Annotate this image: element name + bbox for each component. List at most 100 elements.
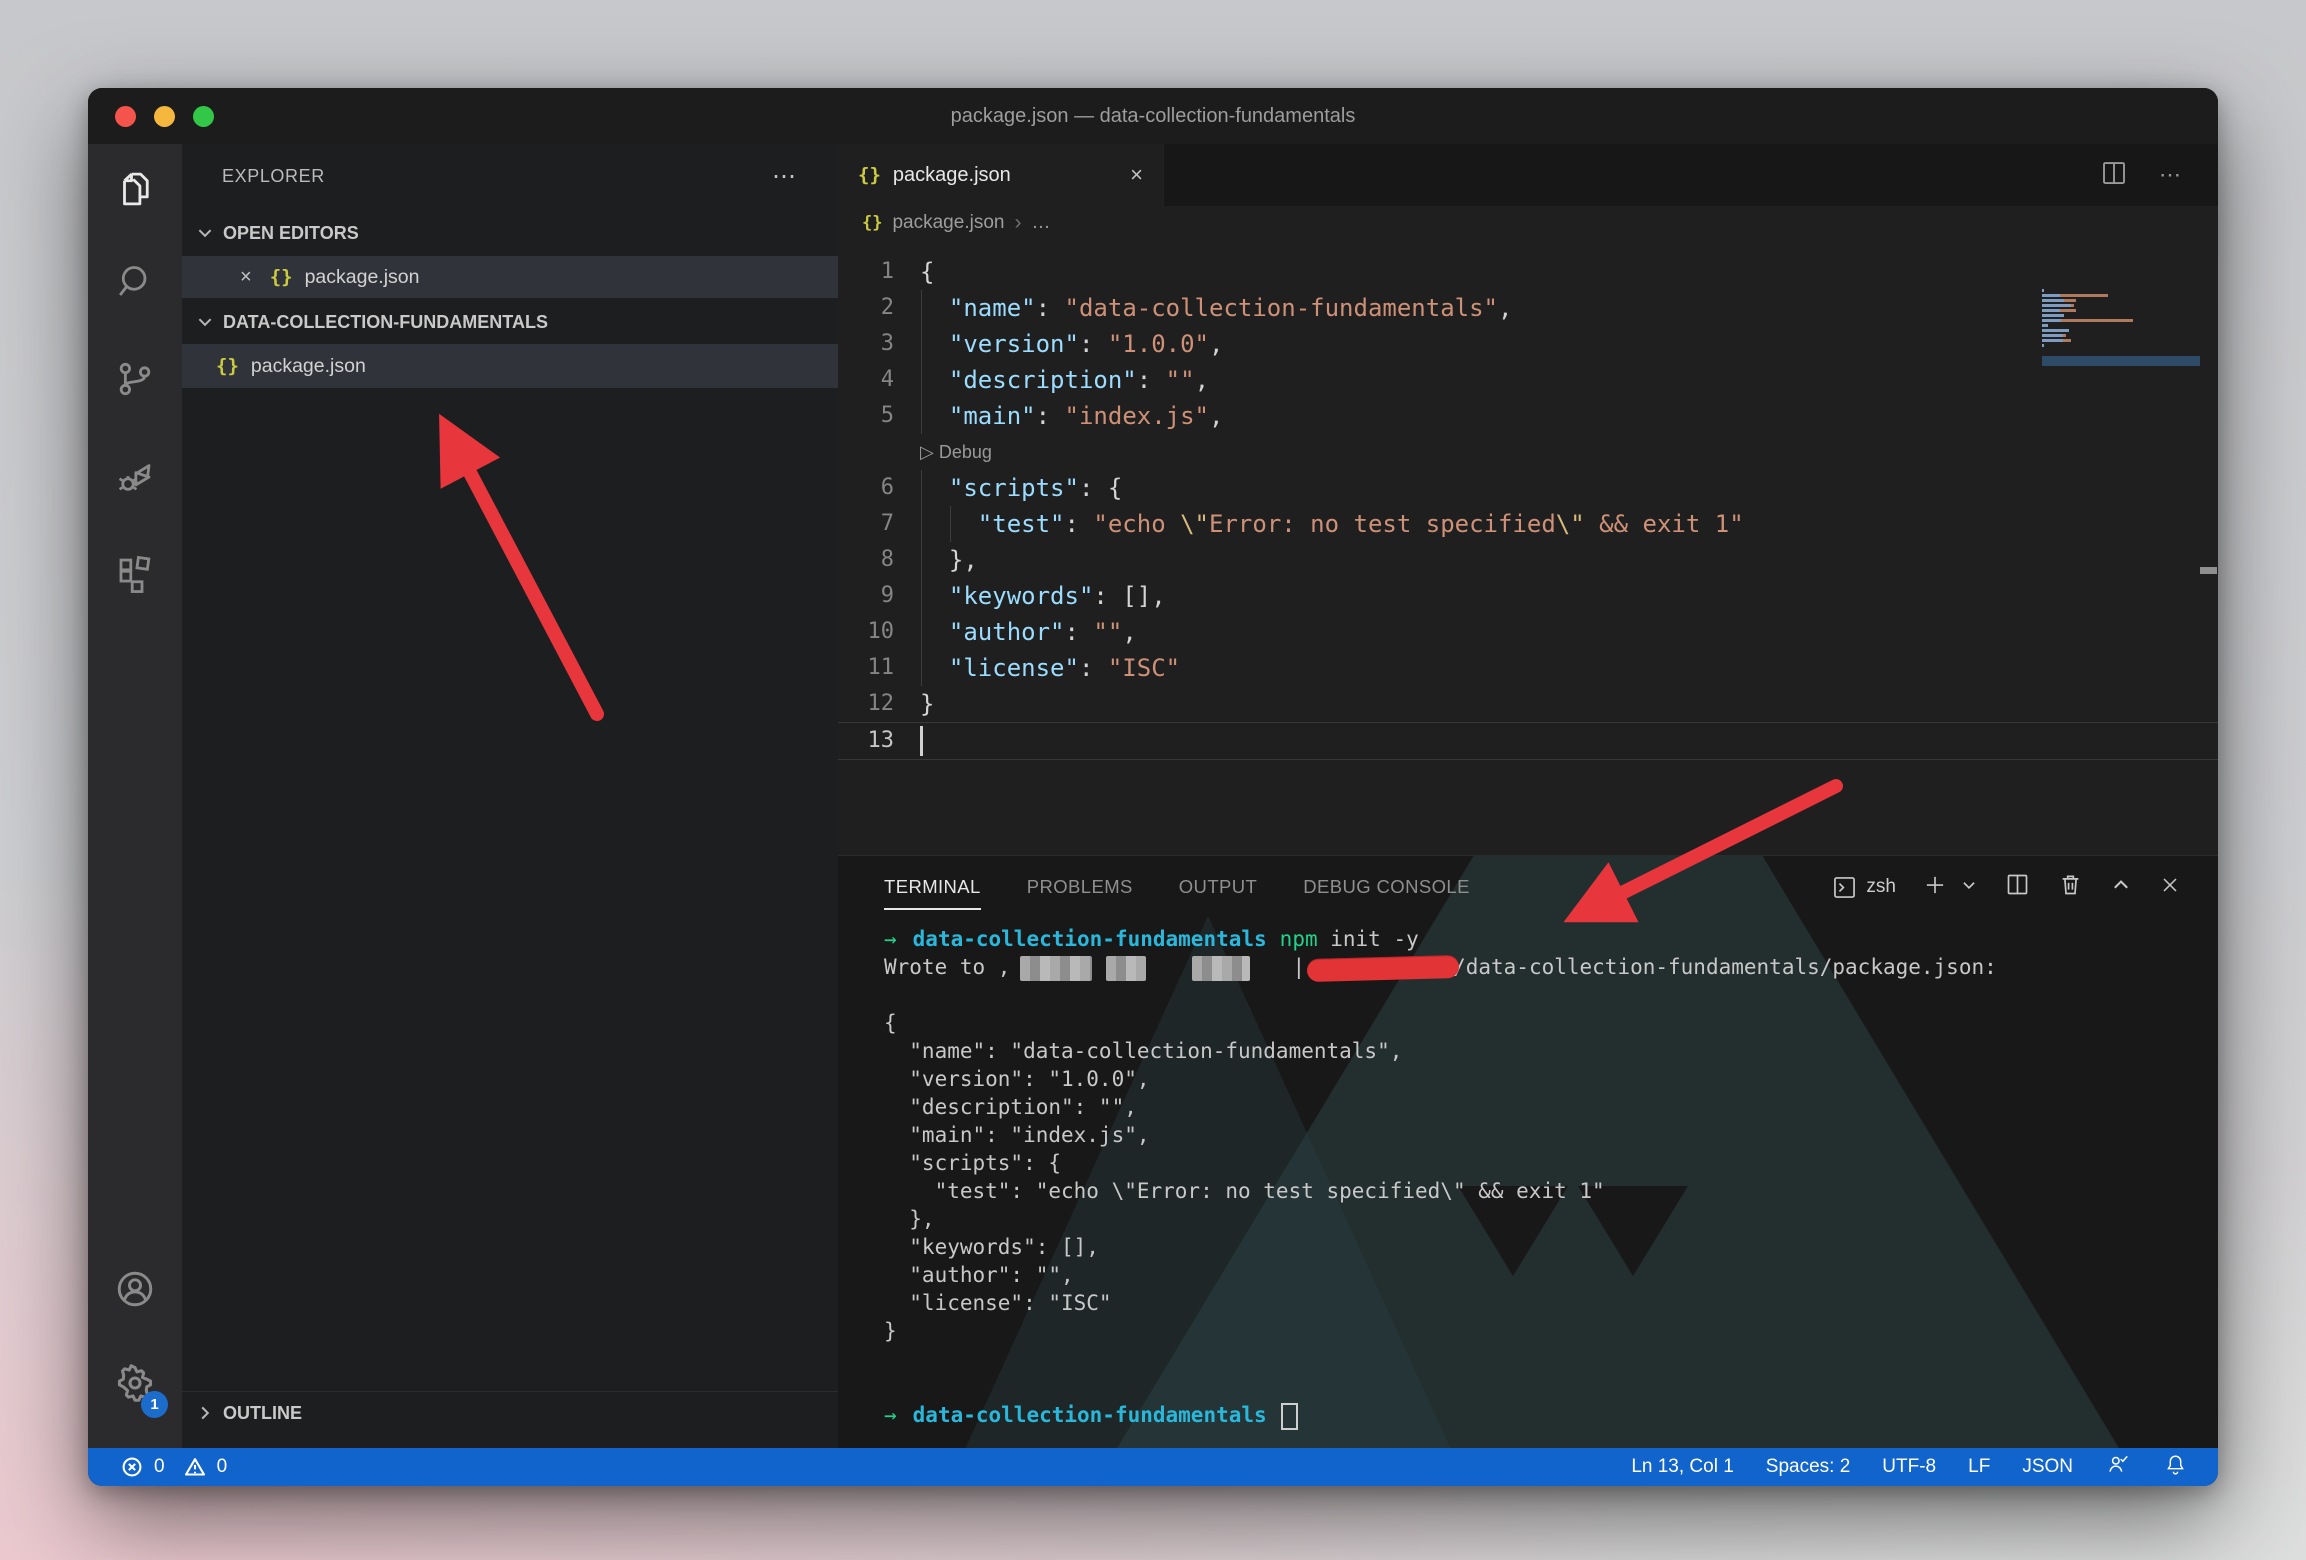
terminal-line: "version": "1.0.0", — [884, 1065, 2208, 1093]
terminal-dropdown-chevron-icon[interactable] — [1960, 876, 1978, 899]
split-editor-icon[interactable] — [2099, 158, 2129, 193]
code-line[interactable]: 11 "license": "ISC" — [838, 650, 2218, 686]
line-number: 11 — [838, 650, 894, 686]
vscode-window: package.json — data-collection-fundament… — [88, 88, 2218, 1486]
json-file-icon: {} — [858, 164, 881, 186]
code-line[interactable]: ▷ Debug — [838, 434, 2218, 470]
terminal-line: "keywords": [], — [884, 1233, 2208, 1261]
panel-tab-debug-console[interactable]: DEBUG CONSOLE — [1303, 856, 1470, 918]
code-line[interactable]: 9 "keywords": [], — [838, 578, 2218, 614]
terminal-line: { — [884, 1009, 2208, 1037]
outline-section[interactable]: OUTLINE — [182, 1391, 838, 1434]
text-cursor — [920, 726, 923, 756]
workspace-folder-label: DATA-COLLECTION-FUNDAMENTALS — [223, 312, 548, 333]
workspace-folder-section[interactable]: DATA-COLLECTION-FUNDAMENTALS — [182, 302, 838, 342]
open-editors-section[interactable]: OPEN EDITORS — [182, 214, 838, 252]
panel-tab-output[interactable]: OUTPUT — [1179, 856, 1257, 918]
redacted-mosaic — [1192, 956, 1250, 981]
panel-tab-problems[interactable]: PROBLEMS — [1027, 856, 1133, 918]
error-icon — [120, 1455, 144, 1479]
code-line[interactable]: 8 }, — [838, 542, 2218, 578]
codelens-debug[interactable]: ▷ Debug — [920, 434, 992, 470]
code-line[interactable]: 2 "name": "data-collection-fundamentals"… — [838, 290, 2218, 326]
code-line[interactable]: 4 "description": "", — [838, 362, 2218, 398]
breadcrumb-file[interactable]: package.json — [892, 212, 1004, 234]
line-number: 2 — [838, 290, 894, 326]
panel-tab-terminal[interactable]: TERMINAL — [884, 856, 981, 918]
line-number: 8 — [838, 542, 894, 578]
tree-filename: package.json — [251, 355, 366, 378]
line-number: 6 — [838, 470, 894, 506]
line-number: 13 — [838, 723, 894, 759]
chevron-down-icon — [196, 224, 214, 242]
code-line[interactable]: 10 "author": "", — [838, 614, 2218, 650]
close-panel-icon[interactable] — [2158, 873, 2182, 902]
title-bar: package.json — data-collection-fundament… — [88, 88, 2218, 144]
language-mode-status[interactable]: JSON — [2022, 1456, 2073, 1478]
chevron-right-icon — [196, 1404, 214, 1422]
explorer-more-actions-icon[interactable]: ⋯ — [772, 162, 798, 191]
code-line[interactable]: 1{ — [838, 254, 2218, 290]
notifications-bell-icon[interactable] — [2163, 1452, 2188, 1483]
extensions-icon[interactable] — [88, 538, 182, 608]
terminal-line — [884, 1373, 2208, 1401]
terminal-line: "license": "ISC" — [884, 1289, 2208, 1317]
kill-terminal-trash-icon[interactable] — [2057, 871, 2084, 903]
breadcrumb-separator-icon: › — [1014, 211, 1021, 235]
code-line[interactable]: 7 "test": "echo \"Error: no test specifi… — [838, 506, 2218, 542]
eol-status[interactable]: LF — [1968, 1456, 1990, 1478]
code-line[interactable]: 13 — [838, 722, 2218, 760]
terminal-cursor — [1281, 1403, 1298, 1430]
code-editor[interactable]: 1{2 "name": "data-collection-fundamental… — [838, 254, 2218, 814]
problems-status[interactable]: 0 0 — [88, 1455, 227, 1479]
editor-tab-bar: {} package.json × ⋯ — [838, 144, 2218, 206]
red-scribble-redaction — [1307, 954, 1460, 981]
terminal-shell-selector[interactable]: zsh — [1831, 874, 1896, 901]
terminal-content[interactable]: →data-collection-fundamentalsnpm init -y… — [884, 925, 2208, 1429]
encoding-status[interactable]: UTF-8 — [1882, 1456, 1936, 1478]
minimap[interactable] — [2042, 289, 2200, 355]
account-icon[interactable] — [88, 1254, 182, 1324]
terminal-line — [884, 1345, 2208, 1373]
settings-gear-icon[interactable]: 1 — [88, 1348, 182, 1418]
line-number: 1 — [838, 254, 894, 290]
open-editors-label: OPEN EDITORS — [223, 223, 359, 244]
tree-item-package-json[interactable]: {} package.json — [182, 344, 838, 388]
breadcrumb-more[interactable]: … — [1031, 212, 1050, 234]
open-editor-item-package-json[interactable]: × {} package.json — [182, 256, 838, 298]
new-terminal-icon[interactable] — [1922, 872, 1948, 903]
cursor-position-status[interactable]: Ln 13, Col 1 — [1631, 1456, 1733, 1478]
code-line[interactable]: 5 "main": "index.js", — [838, 398, 2218, 434]
json-file-icon: {} — [270, 266, 293, 288]
line-number: 4 — [838, 362, 894, 398]
source-control-icon[interactable] — [88, 344, 182, 414]
line-number: 12 — [838, 686, 894, 722]
indentation-status[interactable]: Spaces: 2 — [1766, 1456, 1851, 1478]
breadcrumbs[interactable]: {} package.json › … — [838, 206, 2218, 240]
explorer-icon[interactable] — [88, 154, 182, 224]
editor-more-actions-icon[interactable]: ⋯ — [2159, 162, 2184, 188]
desktop: package.json — data-collection-fundament… — [0, 0, 2306, 1560]
outline-label: OUTLINE — [223, 1403, 302, 1424]
json-file-icon: {} — [862, 213, 882, 233]
feedback-icon[interactable] — [2105, 1451, 2131, 1483]
minimap-slider[interactable] — [2042, 356, 2200, 366]
code-line[interactable]: 6 "scripts": { — [838, 470, 2218, 506]
search-icon[interactable] — [88, 246, 182, 316]
json-file-icon: {} — [216, 355, 239, 377]
code-line[interactable]: 3 "version": "1.0.0", — [838, 326, 2218, 362]
sidebar-title: EXPLORER — [222, 166, 325, 187]
close-editor-icon[interactable]: × — [240, 266, 252, 289]
tab-close-icon[interactable]: × — [1130, 162, 1143, 188]
tab-package-json[interactable]: {} package.json × — [838, 144, 1164, 206]
maximize-panel-chevron-icon[interactable] — [2110, 874, 2132, 901]
line-number: 3 — [838, 326, 894, 362]
split-terminal-icon[interactable] — [2004, 871, 2031, 903]
editor-scrollbar-thumb[interactable] — [2200, 567, 2217, 574]
terminal-line: "description": "", — [884, 1093, 2208, 1121]
status-bar: 0 0 Ln 13, Col 1 Spaces: 2 UTF-8 LF JSON — [88, 1448, 2218, 1486]
code-line[interactable]: 12} — [838, 686, 2218, 722]
line-number: 7 — [838, 506, 894, 542]
run-and-debug-icon[interactable] — [88, 442, 182, 512]
redacted-mosaic — [1106, 956, 1146, 981]
